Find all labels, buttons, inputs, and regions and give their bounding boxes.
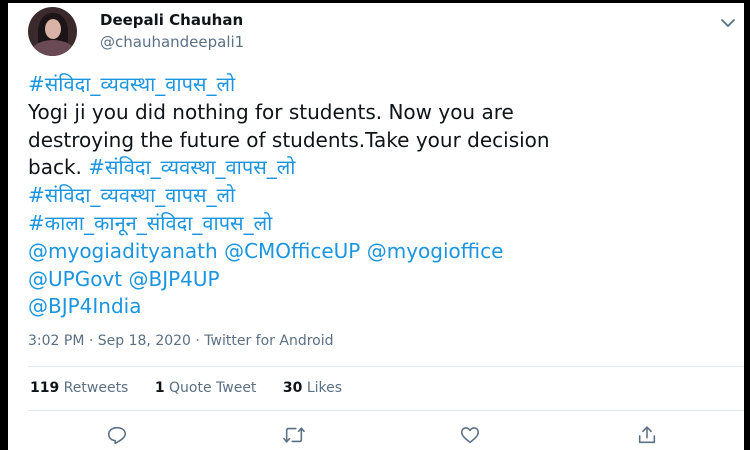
avatar-face — [45, 19, 61, 39]
tweet-card: Deepali Chauhan @chauhandeepali1 #संविदा… — [8, 3, 744, 450]
tweet-text: #संविदा_व्यवस्था_वापस_लो Yogi ji you did … — [28, 71, 728, 321]
retweet-icon[interactable] — [281, 424, 307, 446]
mention-link[interactable]: @UPGovt — [28, 267, 122, 291]
quote-tweets-count: 1 — [154, 380, 165, 396]
quote-tweets-stat[interactable]: 1 Quote Tweet — [155, 380, 257, 396]
mention-link[interactable]: @myogioffice — [367, 239, 504, 263]
hashtag-link[interactable]: #काला_कानून_संविदा_वापस_लो — [28, 211, 272, 235]
avatar-shoulder — [32, 40, 74, 56]
tweet-timestamp[interactable]: 3:02 PM · Sep 18, 2020 · Twitter for And… — [28, 333, 334, 349]
divider — [28, 410, 744, 411]
likes-stat[interactable]: 30 Likes — [283, 380, 342, 396]
display-name[interactable]: Deepali Chauhan — [100, 11, 243, 29]
mention-link[interactable]: @myogiadityanath — [28, 239, 218, 263]
likes-label: Likes — [302, 380, 343, 396]
tweet-text-segment: destroying the future of students.Take y… — [28, 127, 550, 152]
tweet-line: @BJP4India — [28, 293, 728, 321]
share-icon[interactable] — [636, 424, 658, 446]
avatar[interactable] — [28, 7, 77, 56]
tweet-text-segment: back. — [28, 155, 89, 180]
hashtag-link[interactable]: #संविदा_व्यवस्था_वापस_लो — [28, 183, 235, 207]
quote-tweets-label: Quote Tweet — [164, 380, 257, 396]
engagement-stats: 119 Retweets 1 Quote Tweet 30 Likes — [30, 380, 364, 396]
likes-count: 30 — [282, 380, 303, 396]
hashtag-link[interactable]: #संविदा_व्यवस्था_वापस_लो — [28, 72, 235, 96]
mention-link[interactable]: @CMOfficeUP — [224, 239, 360, 263]
mention-link[interactable]: @BJP4India — [28, 294, 142, 318]
retweets-stat[interactable]: 119 Retweets — [30, 380, 128, 396]
hashtag-link[interactable]: #संविदा_व्यवस्था_वापस_लो — [88, 155, 295, 179]
tweet-line: #संविदा_व्यवस्था_वापस_लो — [28, 71, 728, 99]
tweet-line: @UPGovt @BJP4UP — [28, 266, 728, 294]
user-handle[interactable]: @chauhandeepali1 — [100, 33, 244, 51]
mention-link[interactable]: @BJP4UP — [128, 267, 219, 291]
action-bar — [8, 424, 744, 448]
heart-icon[interactable] — [459, 424, 481, 446]
chevron-down-icon[interactable] — [718, 13, 738, 33]
tweet-line: @myogiadityanath @CMOfficeUP @myogioffic… — [28, 238, 728, 266]
retweets-count: 119 — [30, 380, 60, 396]
tweet-line: #काला_कानून_संविदा_वापस_लो — [28, 210, 728, 238]
tweet-line: back. #संविदा_व्यवस्था_वापस_लो — [28, 154, 728, 182]
tweet-line: destroying the future of students.Take y… — [28, 127, 728, 155]
tweet-text-segment: Yogi ji you did nothing for students. No… — [28, 99, 514, 124]
screenshot-frame: Deepali Chauhan @chauhandeepali1 #संविदा… — [0, 0, 750, 450]
tweet-line: Yogi ji you did nothing for students. No… — [28, 99, 728, 127]
tweet-line: #संविदा_व्यवस्था_वापस_लो — [28, 182, 728, 210]
reply-icon[interactable] — [106, 424, 128, 446]
retweets-label: Retweets — [59, 380, 129, 396]
divider — [28, 366, 744, 367]
